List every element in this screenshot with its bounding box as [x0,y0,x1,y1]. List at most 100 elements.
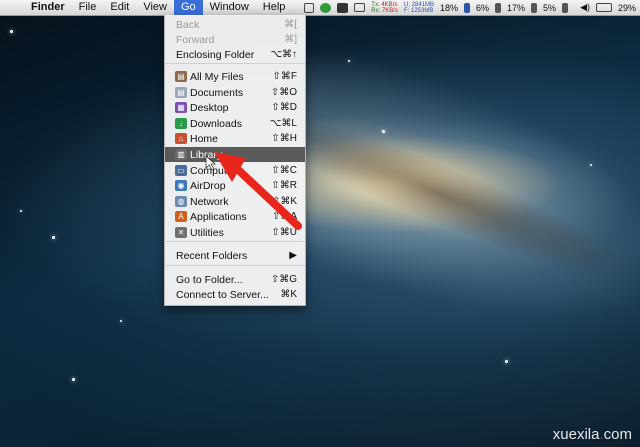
menu-item-label: Forward [176,33,215,46]
menu-item-back[interactable]: Back ⌘[ [165,17,305,32]
applications-icon: A [175,211,187,222]
menu-item-computer[interactable]: ▭ Computer ⇧⌘C [165,163,305,178]
menu-item-shortcut: ⌥⌘↑ [270,49,297,60]
menu-window[interactable]: Window [203,0,256,15]
menu-item-shortcut: ⇧⌘O [270,87,297,98]
menu-item-label: Library [190,148,223,161]
menu-help[interactable]: Help [256,0,293,15]
battery-a-percent[interactable]: 17% [507,3,525,13]
menu-item-shortcut: ⇧⌘A [271,211,297,222]
computer-icon: ▭ [175,165,187,176]
volume-icon[interactable]: ◀) [580,2,590,13]
battery-b-percent[interactable]: 5% [543,3,556,13]
desktop-wallpaper [0,14,640,447]
battery-icon[interactable] [595,3,612,12]
menu-item-connect-to-server[interactable]: Connect to Server... ⌘K [165,287,305,302]
menu-view[interactable]: View [136,0,174,15]
star [505,360,508,363]
menu-item-label: Network [190,195,229,208]
menu-item-label: Computer [190,164,237,177]
usage-bar-icon [562,2,569,13]
menu-item-label: Enclosing Folder [176,48,255,61]
menu-item-label: Desktop [190,101,229,114]
menu-item-shortcut: ⌥⌘L [269,118,297,129]
menu-finder[interactable]: Finder [24,0,72,15]
net-rx-label: Rx: [371,7,381,14]
menu-item-label: Applications [190,210,247,223]
star [10,30,13,33]
menu-item-label: Recent Folders [176,249,248,262]
menu-file[interactable]: File [72,0,104,15]
menu-item-desktop[interactable]: ▦ Desktop ⇧⌘D [165,100,305,115]
all-files-icon: ▤ [175,71,187,82]
menu-item-airdrop[interactable]: ◉ AirDrop ⇧⌘R [165,178,305,193]
disk-percent[interactable]: 6% [476,3,489,13]
menu-item-documents[interactable]: ▤ Documents ⇧⌘O [165,85,305,100]
star [20,210,22,212]
menu-item-shortcut: ⇧⌘G [270,274,297,285]
watermark-text-b: com [603,426,632,443]
menu-item-go-to-folder[interactable]: Go to Folder... ⇧⌘G [165,272,305,287]
menu-item-downloads[interactable]: ↓ Downloads ⌥⌘L [165,116,305,131]
menu-item-library[interactable]: ▥ Library [165,147,305,162]
menu-item-shortcut: ⇧⌘F [272,71,298,82]
network-meter[interactable]: Tx: 4KB/s Rx: 7KB/s [371,2,398,14]
star [382,130,385,133]
menu-separator [165,265,305,266]
airdrop-icon: ◉ [175,180,187,191]
menu-item-label: AirDrop [190,179,226,192]
watermark-text-a: xuexila [552,426,600,443]
watermark: xuexila.com [553,426,632,443]
app-icon[interactable] [337,2,349,13]
network-icon: ◍ [175,196,187,207]
mem-free: F: 1253MB [403,7,434,14]
sync-icon[interactable] [320,2,332,13]
battery-level[interactable]: 29% [618,3,636,13]
star [72,378,75,381]
menu-item-label: Documents [190,86,244,99]
status-area: Tx: 4KB/s Rx: 7KB/s U: 2841MB F: 1253MB … [304,0,640,15]
menu-item-network[interactable]: ◍ Network ⇧⌘K [165,194,305,209]
cpu-bar-icon [464,2,471,13]
utilities-icon: ✕ [175,227,187,238]
menu-bar: Finder File Edit View Go Window Help Tx:… [0,0,640,16]
library-icon: ▥ [175,149,187,160]
mem-used: U: 2841MB [403,1,434,8]
menu-item-label: Connect to Server... [176,288,269,301]
bar-icon [531,2,538,13]
menu-item-shortcut: ⇧⌘H [271,133,297,144]
memory-meter[interactable]: U: 2841MB F: 1253MB [404,2,434,14]
menu-item-shortcut: ⌘[ [284,19,297,30]
submenu-arrow-icon: ▶ [289,250,297,261]
menu-item-enclosing-folder[interactable]: Enclosing Folder ⌥⌘↑ [165,47,305,62]
net-rx: 7KB/s [381,7,398,14]
home-icon: ⌂ [175,133,187,144]
star [348,60,350,62]
menu-item-shortcut: ⌘K [280,289,297,300]
cpu-percent[interactable]: 18% [440,3,458,13]
folder-icon[interactable] [354,3,366,12]
menu-item-all-my-files[interactable]: ▤ All My Files ⇧⌘F [165,69,305,84]
menu-item-label: Back [176,18,200,31]
menu-item-recent-folders[interactable]: Recent Folders ▶ [165,248,305,263]
menu-item-utilities[interactable]: ✕ Utilities ⇧⌘U [165,225,305,240]
menu-go[interactable]: Go [173,0,203,15]
disk-bar-icon [495,2,502,13]
menu-item-home[interactable]: ⌂ Home ⇧⌘H [165,131,305,146]
go-menu: Back ⌘[ Forward ⌘] Enclosing Folder ⌥⌘↑ ▤ All M… [164,15,306,306]
menu-item-label: Go to Folder... [176,273,243,286]
menu-item-shortcut: ⇧⌘D [271,102,297,113]
menu-item-forward[interactable]: Forward ⌘] [165,32,305,47]
eject-icon[interactable] [304,2,315,13]
menu-item-applications[interactable]: A Applications ⇧⌘A [165,209,305,224]
desktop-icon: ▦ [175,102,187,113]
menu-item-label: Downloads [190,117,242,130]
menu-item-label: Home [190,132,219,145]
menu-item-label: Utilities [190,226,224,239]
downloads-icon: ↓ [175,118,187,129]
menu-item-shortcut: ⇧⌘K [271,196,297,207]
menu-edit[interactable]: Edit [103,0,136,15]
menu-item-label: All My Files [190,70,244,83]
menu-item-shortcut: ⇧⌘C [271,165,297,176]
menu-separator [165,63,305,64]
